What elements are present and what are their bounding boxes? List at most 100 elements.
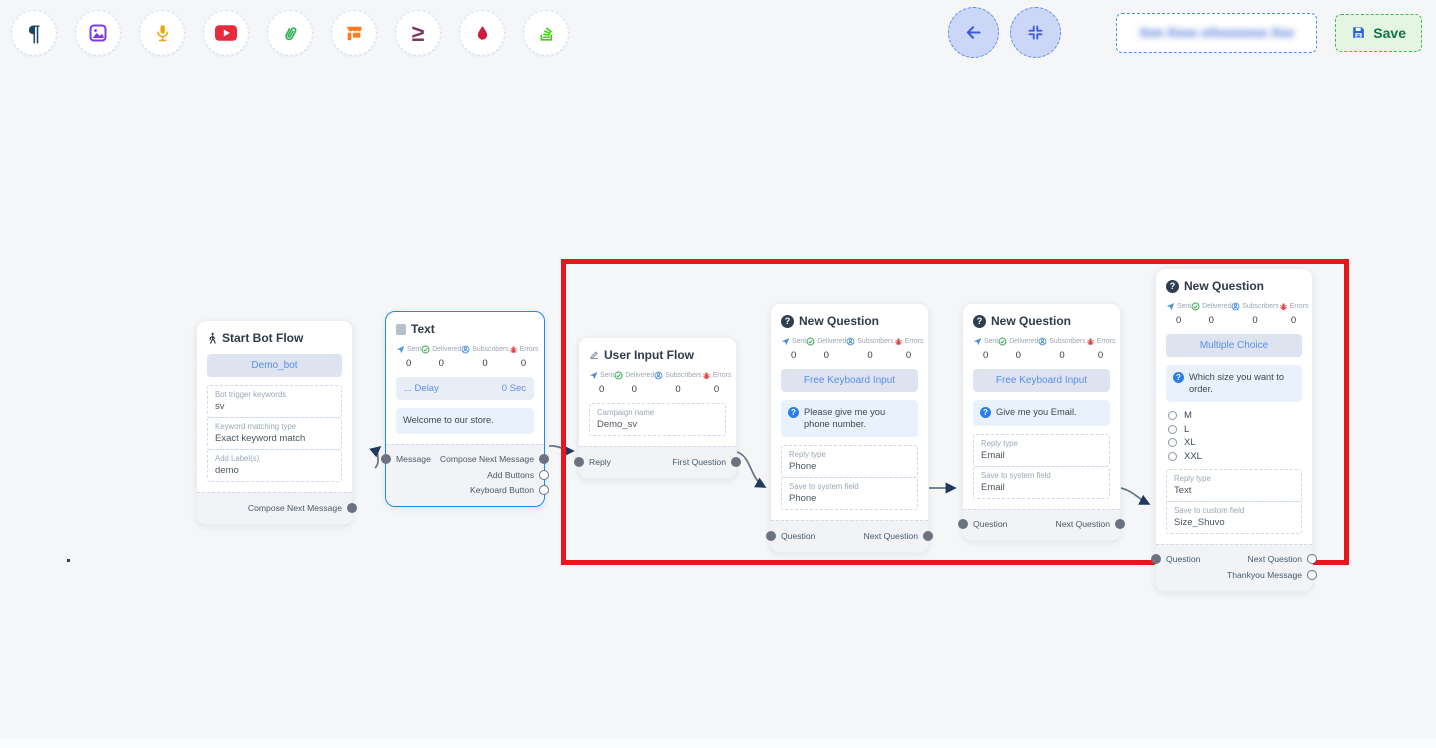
fields: Bot trigger keywordssv Keyword matching …: [207, 385, 342, 482]
stat-errors: Errors 0: [894, 337, 924, 361]
sent-icon: [781, 337, 790, 346]
stat-errors-value: 0: [521, 358, 526, 369]
stat-subscribers: Subscribers 0: [461, 345, 508, 369]
flow-builder-canvas[interactable]: ¶≥ Xxn Xxxx xXxxxxxxx Xxx Save Start Bot…: [0, 0, 1436, 748]
port-label: Next Question: [1056, 519, 1110, 529]
user-input-flow-node[interactable]: User Input Flow Sent 0 Delivered 0 Subsc…: [578, 337, 737, 479]
radio-icon[interactable]: [1168, 425, 1177, 434]
stat-subscribers: Subscribers 0: [1231, 302, 1278, 326]
field[interactable]: Reply typePhone: [781, 445, 918, 478]
message-bubble[interactable]: ? Give me you Email.: [973, 400, 1110, 426]
option-m: M: [1168, 410, 1302, 421]
stat-subscribers: Subscribers 0: [846, 337, 893, 361]
message-bubble[interactable]: Welcome to our store.: [396, 408, 534, 434]
port-next-question[interactable]: [923, 531, 933, 541]
stat-errors-value: 0: [906, 350, 911, 361]
radio-icon[interactable]: [1168, 452, 1177, 461]
delivered-icon: [421, 345, 430, 354]
stat-errors: Errors 0: [509, 345, 539, 369]
wire-start-bot-flow/compose-next-message-to-text-message: [375, 447, 380, 468]
stat-sent: Sent 0: [1166, 302, 1191, 326]
port-question[interactable]: [1151, 554, 1161, 564]
port-next-question[interactable]: [1307, 554, 1317, 564]
errors-icon: [894, 337, 903, 346]
stat-delivered: Delivered 0: [806, 337, 846, 361]
field[interactable]: Save to system fieldPhone: [781, 477, 918, 510]
stat-sent-value: 0: [1176, 315, 1181, 326]
radio-icon[interactable]: [1168, 411, 1177, 420]
ports: Question Next Question Thankyou Message: [1156, 544, 1312, 591]
node-title: ? New Question: [973, 314, 1110, 328]
wire-user-input-flow/first-question-to-new-question-1-question: [737, 452, 765, 487]
fields: Reply typeText Save to custom fieldSize_…: [1166, 469, 1302, 534]
start-bot-flow-node[interactable]: Start Bot Flow Demo_bot Bot trigger keywo…: [196, 320, 353, 525]
field[interactable]: Campaign nameDemo_sv: [589, 403, 726, 436]
port-compose-next-message[interactable]: [347, 503, 357, 513]
subscribers-icon: [1038, 337, 1047, 346]
stat-sent: Sent 0: [781, 337, 806, 361]
option-l: L: [1168, 424, 1302, 435]
ports: Message Compose Next Message Add Buttons…: [386, 444, 544, 507]
node-title: Start Bot Flow: [207, 331, 342, 345]
message-bubble[interactable]: ? Please give me you phone number.: [781, 400, 918, 437]
stat-sent: Sent 0: [589, 371, 614, 395]
field[interactable]: Reply typeEmail: [973, 434, 1110, 467]
field[interactable]: Save to system fieldEmail: [973, 466, 1110, 499]
subscribers-icon: [654, 371, 663, 380]
port-compose-next-message[interactable]: [539, 454, 549, 464]
port-message[interactable]: [381, 454, 391, 464]
delivered-icon: [1191, 302, 1200, 311]
field[interactable]: Add Label(s)demo: [207, 449, 342, 482]
field[interactable]: Bot trigger keywordssv: [207, 385, 342, 418]
stat-delivered-value: 0: [439, 358, 444, 369]
stat-sent: Sent 0: [973, 337, 998, 361]
fields: Reply typeEmail Save to system fieldEmai…: [973, 434, 1110, 499]
port-label: Thankyou Message: [1227, 570, 1302, 580]
stat-sent-value: 0: [599, 384, 604, 395]
question-icon: ?: [1173, 372, 1184, 383]
port-keyboard-button[interactable]: [539, 485, 549, 495]
port-first-question[interactable]: [731, 457, 741, 467]
user-input-icon: [589, 350, 599, 360]
stat-delivered-value: 0: [632, 384, 637, 395]
new-question-3-node[interactable]: ? New Question Sent 0 Delivered 0 Subscr…: [1155, 268, 1313, 592]
node-type-button[interactable]: Free Keyboard Input: [973, 369, 1110, 392]
node-title: ? New Question: [1166, 279, 1302, 293]
port-label: Next Question: [864, 531, 918, 541]
subscribers-icon: [846, 337, 855, 346]
port-question[interactable]: [766, 531, 776, 541]
radio-icon[interactable]: [1168, 438, 1177, 447]
port-question[interactable]: [958, 519, 968, 529]
field[interactable]: Save to custom fieldSize_Shuvo: [1166, 501, 1302, 534]
port-thankyou-message[interactable]: [1307, 570, 1317, 580]
delivered-icon: [998, 337, 1007, 346]
stat-subscribers: Subscribers 0: [1038, 337, 1085, 361]
port-label: Keyboard Button: [470, 485, 534, 495]
stat-subscribers: Subscribers 0: [654, 371, 701, 395]
start-person-icon: [207, 332, 217, 345]
field[interactable]: Reply typeText: [1166, 469, 1302, 502]
text-node[interactable]: Text Sent 0 Delivered 0 Subscribers 0 Er…: [385, 311, 545, 507]
stat-subscribers-value: 0: [1059, 350, 1064, 361]
stats-row: Sent 0 Delivered 0 Subscribers 0 Errors …: [1166, 302, 1302, 326]
ports: Compose Next Message: [197, 492, 352, 524]
delay-setting[interactable]: ... Delay0 Sec: [396, 377, 534, 400]
port-reply[interactable]: [574, 457, 584, 467]
new-question-1-node[interactable]: ? New Question Sent 0 Delivered 0 Subscr…: [770, 303, 929, 553]
port-next-question[interactable]: [1115, 519, 1125, 529]
stats-row: Sent 0 Delivered 0 Subscribers 0 Errors …: [396, 345, 534, 369]
node-type-button[interactable]: Multiple Choice: [1166, 334, 1302, 357]
field[interactable]: Keyword matching typeExact keyword match: [207, 417, 342, 450]
sent-icon: [973, 337, 982, 346]
message-bubble[interactable]: ? Which size you want to order.: [1166, 365, 1302, 402]
new-question-2-node[interactable]: ? New Question Sent 0 Delivered 0 Subscr…: [962, 303, 1121, 541]
errors-icon: [702, 371, 711, 380]
port-add-buttons[interactable]: [539, 470, 549, 480]
node-type-button[interactable]: Free Keyboard Input: [781, 369, 918, 392]
sent-icon: [589, 371, 598, 380]
node-type-button[interactable]: Demo_bot: [207, 354, 342, 377]
port-label: Message: [396, 454, 431, 464]
question-icon: ?: [1166, 280, 1179, 293]
question-icon: ?: [781, 315, 794, 328]
stat-delivered: Delivered 0: [998, 337, 1038, 361]
